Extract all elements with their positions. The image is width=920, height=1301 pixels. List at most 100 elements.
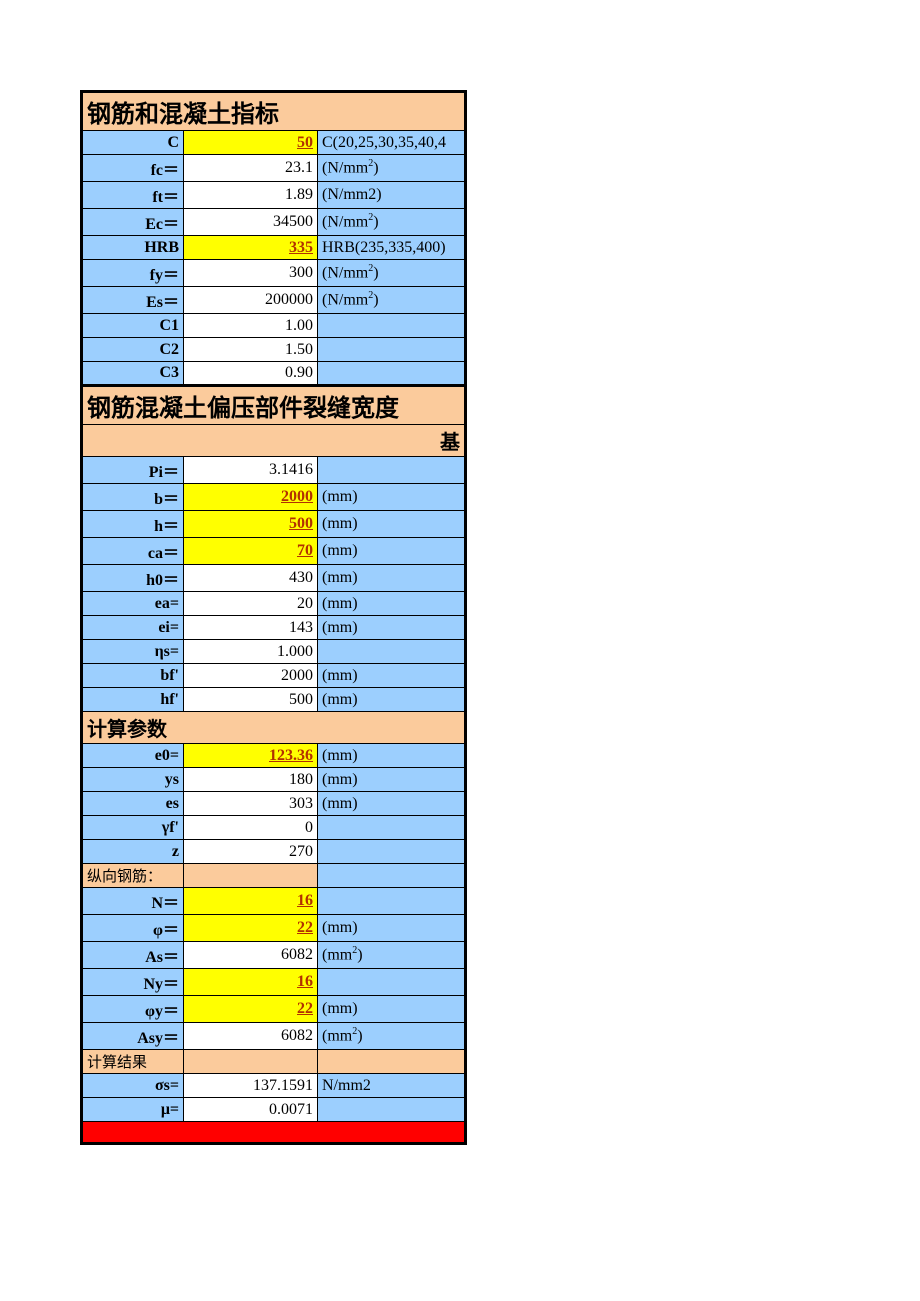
val-ca[interactable]: 70: [184, 538, 318, 565]
val-bf: 2000: [184, 664, 318, 688]
label-C1: C1: [82, 314, 184, 338]
unit-bf: (mm): [318, 664, 466, 688]
label-es: es: [82, 792, 184, 816]
val-Pi: 3.1416: [184, 457, 318, 484]
val-Asy: 6082: [184, 1023, 318, 1050]
label-etas: ηs=: [82, 640, 184, 664]
section4-spacer1: [184, 864, 318, 888]
label-phiy: φy＝: [82, 996, 184, 1023]
section3-spacer: [318, 712, 466, 744]
unit-mu: [318, 1098, 466, 1122]
document-page: 钢筋和混凝土指标 C 50 C(20,25,30,35,40,4 fc＝ 23.…: [0, 0, 920, 1301]
label-ca: ca＝: [82, 538, 184, 565]
unit-Es: (N/mm2): [318, 287, 466, 314]
label-bf: bf': [82, 664, 184, 688]
label-z: z: [82, 840, 184, 864]
val-C[interactable]: 50: [184, 131, 318, 155]
label-ft: ft＝: [82, 182, 184, 209]
section5-spacer1: [184, 1050, 318, 1074]
unit-phiy: (mm): [318, 996, 466, 1023]
label-gammaf: γf': [82, 816, 184, 840]
section1-title: 钢筋和混凝土指标: [82, 92, 466, 131]
section4-title: 纵向钢筋：: [82, 864, 184, 888]
val-C2: 1.50: [184, 338, 318, 362]
label-Ec: Ec＝: [82, 209, 184, 236]
section5-spacer2: [318, 1050, 466, 1074]
unit-es: (mm): [318, 792, 466, 816]
unit-As: (mm2): [318, 942, 466, 969]
val-h[interactable]: 500: [184, 511, 318, 538]
val-ea: 20: [184, 592, 318, 616]
unit-h0: (mm): [318, 565, 466, 592]
unit-h: (mm): [318, 511, 466, 538]
unit-gammaf: [318, 816, 466, 840]
unit-b: (mm): [318, 484, 466, 511]
val-gammaf: 0: [184, 816, 318, 840]
val-etas: 1.000: [184, 640, 318, 664]
unit-ea: (mm): [318, 592, 466, 616]
label-N: N＝: [82, 888, 184, 915]
section5-title: 计算结果: [82, 1050, 184, 1074]
val-e0[interactable]: 123.36: [184, 744, 318, 768]
unit-fc: (N/mm2): [318, 155, 466, 182]
val-ft: 1.89: [184, 182, 318, 209]
unit-Pi: [318, 457, 466, 484]
section2-spacer: [82, 425, 318, 457]
unit-C: C(20,25,30,35,40,4: [318, 131, 466, 155]
unit-sigmas: N/mm2: [318, 1074, 466, 1098]
label-Asy: Asy＝: [82, 1023, 184, 1050]
unit-Asy: (mm2): [318, 1023, 466, 1050]
label-Pi: Pi＝: [82, 457, 184, 484]
unit-z: [318, 840, 466, 864]
val-phiy[interactable]: 22: [184, 996, 318, 1023]
unit-ys: (mm): [318, 768, 466, 792]
unit-etas: [318, 640, 466, 664]
label-C: C: [82, 131, 184, 155]
unit-ft: (N/mm2): [318, 182, 466, 209]
label-sigmas: σs=: [82, 1074, 184, 1098]
val-C3: 0.90: [184, 362, 318, 386]
val-b[interactable]: 2000: [184, 484, 318, 511]
section2-subtitle: 基: [318, 425, 466, 457]
unit-HRB: HRB(235,335,400): [318, 236, 466, 260]
unit-Ny: [318, 969, 466, 996]
unit-C1: [318, 314, 466, 338]
label-C3: C3: [82, 362, 184, 386]
label-h0: h0＝: [82, 565, 184, 592]
unit-phi: (mm): [318, 915, 466, 942]
label-C2: C2: [82, 338, 184, 362]
result-bar: [82, 1122, 466, 1144]
label-e0: e0=: [82, 744, 184, 768]
val-mu: 0.0071: [184, 1098, 318, 1122]
val-Es: 200000: [184, 287, 318, 314]
label-b: b＝: [82, 484, 184, 511]
unit-N: [318, 888, 466, 915]
label-As: As＝: [82, 942, 184, 969]
val-phi[interactable]: 22: [184, 915, 318, 942]
unit-C2: [318, 338, 466, 362]
val-fy: 300: [184, 260, 318, 287]
unit-C3: [318, 362, 466, 386]
val-ys: 180: [184, 768, 318, 792]
label-h: h＝: [82, 511, 184, 538]
val-As: 6082: [184, 942, 318, 969]
label-Es: Es＝: [82, 287, 184, 314]
unit-hf: (mm): [318, 688, 466, 712]
val-Ec: 34500: [184, 209, 318, 236]
val-N[interactable]: 16: [184, 888, 318, 915]
val-es: 303: [184, 792, 318, 816]
label-hf: hf': [82, 688, 184, 712]
val-z: 270: [184, 840, 318, 864]
val-Ny[interactable]: 16: [184, 969, 318, 996]
unit-ei: (mm): [318, 616, 466, 640]
label-HRB: HRB: [82, 236, 184, 260]
label-ys: ys: [82, 768, 184, 792]
val-sigmas: 137.1591: [184, 1074, 318, 1098]
val-C1: 1.00: [184, 314, 318, 338]
section2-title: 钢筋混凝土偏压部件裂缝宽度: [82, 386, 466, 425]
label-ea: ea=: [82, 592, 184, 616]
label-Ny: Ny＝: [82, 969, 184, 996]
section4-spacer2: [318, 864, 466, 888]
val-HRB[interactable]: 335: [184, 236, 318, 260]
unit-e0: (mm): [318, 744, 466, 768]
